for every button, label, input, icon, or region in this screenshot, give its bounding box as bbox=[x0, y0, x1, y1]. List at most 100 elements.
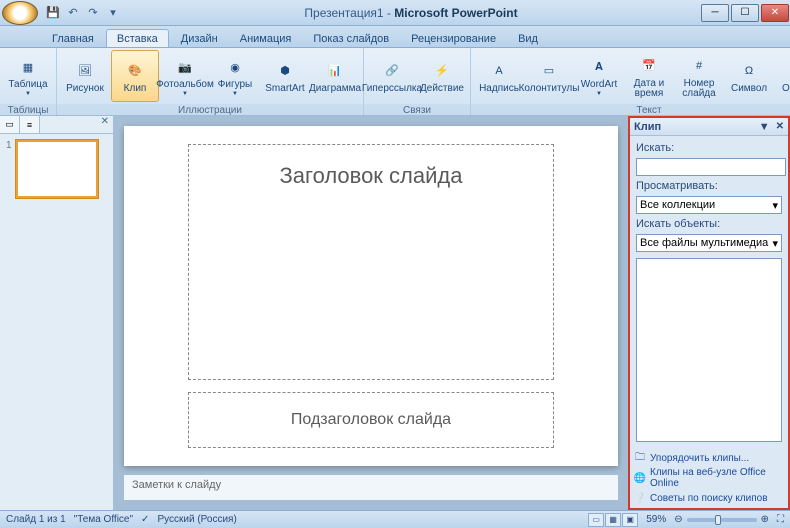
save-icon[interactable]: 💾 bbox=[44, 4, 62, 22]
zoom-in-button[interactable]: ⊕ bbox=[761, 514, 769, 525]
tab-insert[interactable]: Вставка bbox=[106, 29, 169, 47]
tab-view[interactable]: Вид bbox=[508, 30, 548, 47]
title-placeholder[interactable]: Заголовок слайда bbox=[188, 144, 554, 380]
tab-home[interactable]: Главная bbox=[42, 30, 104, 47]
outline-tab[interactable]: ≡ bbox=[20, 116, 40, 133]
tab-animation[interactable]: Анимация bbox=[230, 30, 302, 47]
slide-thumbnail-panel: ▭ ≡ ✕ 1 bbox=[0, 116, 114, 510]
taskpane-dropdown-icon[interactable]: ▼ bbox=[759, 121, 770, 133]
search-label: Искать: bbox=[636, 142, 782, 154]
taskpane-close-icon[interactable]: ✕ bbox=[776, 121, 784, 132]
action-icon: ⚡ bbox=[430, 59, 454, 83]
group-text: AНадпись ▭Колонтитулы 𝐀WordArt▼ 📅Дата и … bbox=[471, 48, 790, 115]
fit-button[interactable]: ⛶ bbox=[777, 514, 784, 525]
theme-name: "Тема Office" bbox=[74, 514, 133, 525]
taskpane-links: 🗀Упорядочить клипы... 🌐Клипы на веб-узле… bbox=[630, 448, 788, 508]
window-title: Презентация1 - Microsoft PowerPoint bbox=[122, 6, 700, 20]
redo-icon[interactable]: ↷ bbox=[84, 4, 102, 22]
view-buttons: ▭ ▦ ▣ bbox=[588, 513, 638, 527]
shapes-icon: ◉ bbox=[223, 55, 247, 79]
wordart-icon: 𝐀 bbox=[587, 55, 611, 79]
album-icon: 📷 bbox=[173, 55, 197, 79]
shapes-button[interactable]: ◉Фигуры▼ bbox=[211, 50, 259, 102]
statusbar: Слайд 1 из 1 "Тема Office" ✓ Русский (Ро… bbox=[0, 510, 790, 528]
tab-slideshow[interactable]: Показ слайдов bbox=[303, 30, 399, 47]
symbol-icon: Ω bbox=[737, 59, 761, 83]
chevron-down-icon: ▾ bbox=[772, 199, 778, 212]
organize-icon: 🗀 bbox=[634, 452, 646, 464]
notes-pane[interactable]: Заметки к слайду bbox=[124, 474, 618, 500]
thumb-close-icon[interactable]: ✕ bbox=[97, 116, 113, 133]
sorter-view-button[interactable]: ▦ bbox=[605, 513, 621, 527]
subtitle-placeholder[interactable]: Подзаголовок слайда bbox=[188, 392, 554, 448]
slide-thumbnail[interactable]: 1 bbox=[6, 140, 107, 198]
close-button[interactable]: ✕ bbox=[761, 4, 789, 22]
minimize-button[interactable]: ─ bbox=[701, 4, 729, 22]
action-button[interactable]: ⚡Действие bbox=[418, 50, 466, 102]
slide-counter: Слайд 1 из 1 bbox=[6, 514, 66, 525]
chart-icon: 📊 bbox=[323, 59, 347, 83]
spellcheck-icon[interactable]: ✓ bbox=[141, 514, 149, 525]
clip-button[interactable]: 🎨Клип bbox=[111, 50, 159, 102]
chevron-down-icon: ▾ bbox=[772, 237, 778, 250]
slides-tab[interactable]: ▭ bbox=[0, 116, 20, 133]
zoom-out-button[interactable]: ⊖ bbox=[674, 514, 682, 525]
photoalbum-button[interactable]: 📷Фотоальбом▼ bbox=[161, 50, 209, 102]
tab-review[interactable]: Рецензирование bbox=[401, 30, 506, 47]
datetime-icon: 📅 bbox=[637, 54, 661, 78]
help-icon: ❔ bbox=[634, 492, 646, 504]
organize-clips-link[interactable]: 🗀Упорядочить клипы... bbox=[634, 452, 784, 464]
slideshow-view-button[interactable]: ▣ bbox=[622, 513, 638, 527]
undo-icon[interactable]: ↶ bbox=[64, 4, 82, 22]
slidenum-button[interactable]: #Номер слайда bbox=[675, 50, 723, 102]
smartart-icon: ⬢ bbox=[273, 59, 297, 83]
qat-dropdown-icon[interactable]: ▾ bbox=[104, 4, 122, 22]
table-icon: ▦ bbox=[16, 55, 40, 79]
clip-icon: 🎨 bbox=[123, 59, 147, 83]
hyperlink-button[interactable]: 🔗Гиперссылка bbox=[368, 50, 416, 102]
slide-canvas[interactable]: Заголовок слайда Подзаголовок слайда bbox=[124, 126, 618, 466]
normal-view-button[interactable]: ▭ bbox=[588, 513, 604, 527]
ribbon-tabs: Главная Вставка Дизайн Анимация Показ сл… bbox=[0, 26, 790, 48]
objects-select[interactable]: Все файлы мультимедиа▾ bbox=[636, 234, 782, 252]
object-button[interactable]: ⬚Объект bbox=[775, 50, 790, 102]
doc-name: Презентация1 bbox=[304, 6, 383, 20]
thumb-tabs: ▭ ≡ ✕ bbox=[0, 116, 113, 134]
tab-design[interactable]: Дизайн bbox=[171, 30, 228, 47]
textbox-icon: A bbox=[487, 59, 511, 83]
language-indicator[interactable]: Русский (Россия) bbox=[157, 514, 236, 525]
quick-access-toolbar: 💾 ↶ ↷ ▾ bbox=[44, 4, 122, 22]
objects-label: Искать объекты: bbox=[636, 218, 782, 230]
globe-icon: 🌐 bbox=[634, 472, 646, 484]
browse-label: Просматривать: bbox=[636, 180, 782, 192]
maximize-button[interactable]: ☐ bbox=[731, 4, 759, 22]
textbox-button[interactable]: AНадпись bbox=[475, 50, 523, 102]
table-button[interactable]: ▦Таблица▼ bbox=[4, 50, 52, 102]
group-links: 🔗Гиперссылка ⚡Действие Связи bbox=[364, 48, 471, 115]
slide-editor: Заголовок слайда Подзаголовок слайда Зам… bbox=[114, 116, 628, 510]
zoom-percent[interactable]: 59% bbox=[646, 514, 666, 525]
taskpane-title: Клип bbox=[634, 121, 661, 133]
results-area bbox=[636, 258, 782, 442]
wordart-button[interactable]: 𝐀WordArt▼ bbox=[575, 50, 623, 102]
app-name: Microsoft PowerPoint bbox=[394, 6, 517, 20]
office-online-link[interactable]: 🌐Клипы на веб-узле Office Online bbox=[634, 467, 784, 489]
headerfooter-icon: ▭ bbox=[537, 59, 561, 83]
picture-icon: 🖼 bbox=[73, 59, 97, 83]
datetime-button[interactable]: 📅Дата и время bbox=[625, 50, 673, 102]
search-tips-link[interactable]: ❔Советы по поиску клипов bbox=[634, 492, 784, 504]
chart-button[interactable]: 📊Диаграмма bbox=[311, 50, 359, 102]
headerfooter-button[interactable]: ▭Колонтитулы bbox=[525, 50, 573, 102]
picture-button[interactable]: 🖼Рисунок bbox=[61, 50, 109, 102]
titlebar: 💾 ↶ ↷ ▾ Презентация1 - Microsoft PowerPo… bbox=[0, 0, 790, 26]
window-buttons: ─ ☐ ✕ bbox=[700, 4, 790, 22]
group-illustrations: 🖼Рисунок 🎨Клип 📷Фотоальбом▼ ◉Фигуры▼ ⬢Sm… bbox=[57, 48, 364, 115]
thumb-number: 1 bbox=[6, 140, 12, 198]
office-button[interactable] bbox=[2, 1, 38, 25]
browse-select[interactable]: Все коллекции▾ bbox=[636, 196, 782, 214]
smartart-button[interactable]: ⬢SmartArt bbox=[261, 50, 309, 102]
search-input[interactable] bbox=[636, 158, 786, 176]
symbol-button[interactable]: ΩСимвол bbox=[725, 50, 773, 102]
clip-taskpane: Клип ▼ ✕ Искать: Начать ✦ ➤ Просматриват… bbox=[628, 116, 790, 510]
zoom-slider[interactable] bbox=[687, 518, 757, 522]
